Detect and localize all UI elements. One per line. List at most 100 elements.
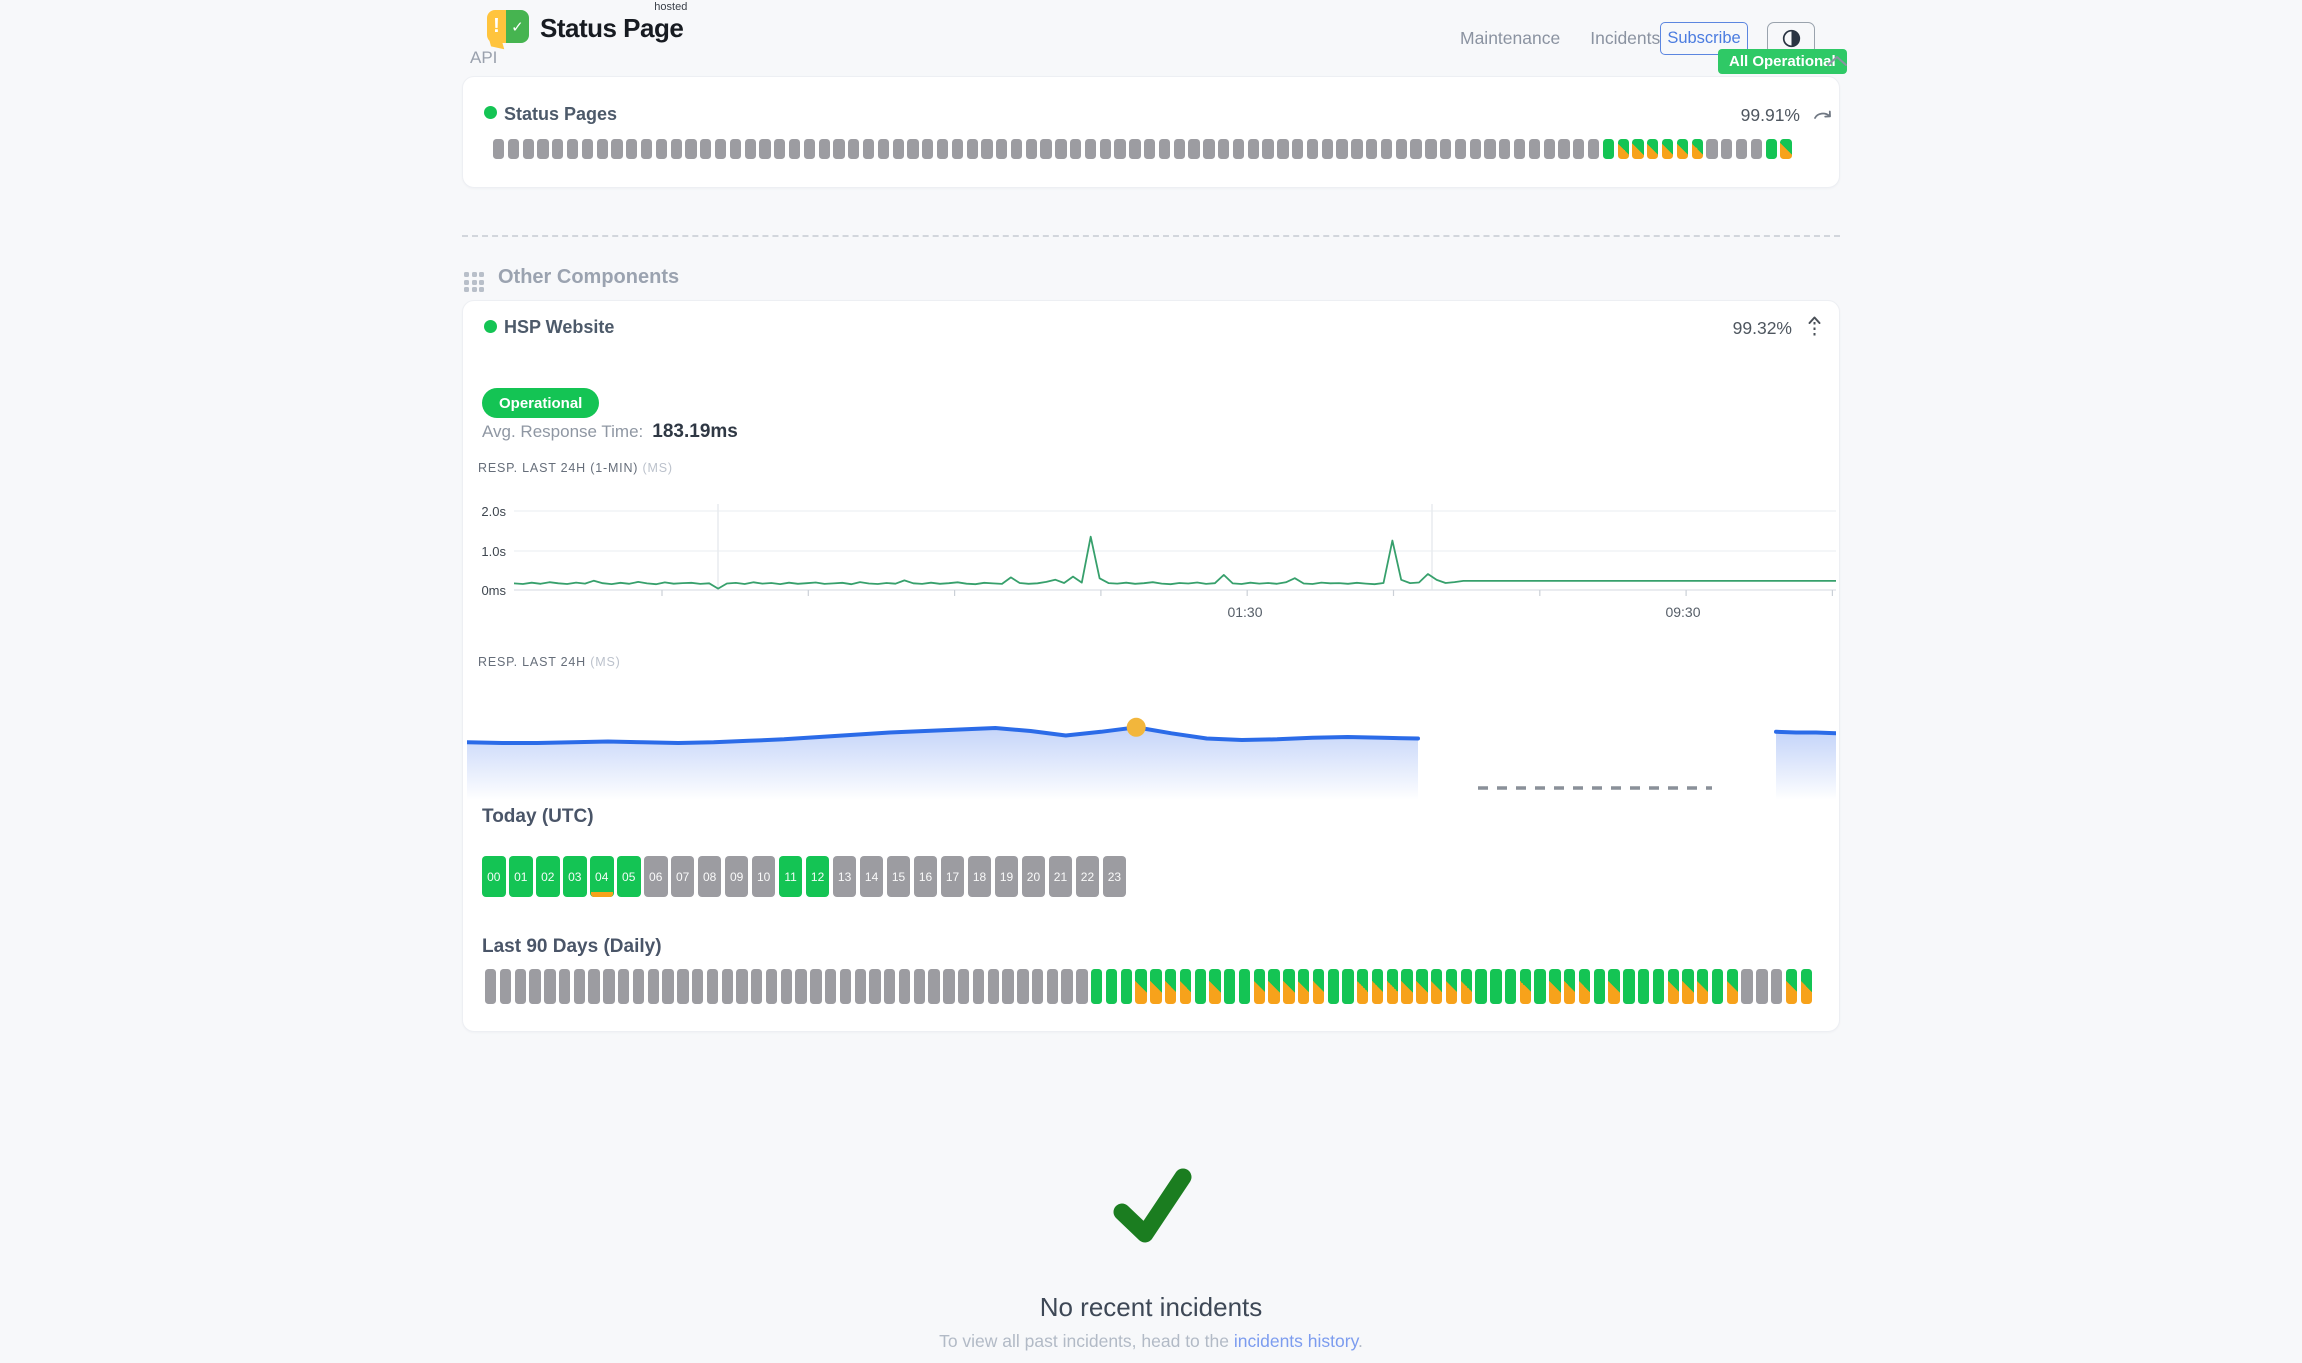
uptime-block[interactable]: [1209, 969, 1220, 1004]
uptime-block[interactable]: [1766, 139, 1777, 159]
hour-block-08[interactable]: 08: [698, 856, 722, 897]
uptime-block[interactable]: [641, 139, 652, 159]
uptime-block[interactable]: [1470, 139, 1481, 159]
uptime-block[interactable]: [1801, 969, 1812, 1004]
uptime-block[interactable]: [863, 139, 874, 159]
uptime-block[interactable]: [1608, 969, 1619, 1004]
nav-item-incidents[interactable]: Incidents: [1590, 28, 1660, 49]
uptime-block[interactable]: [574, 969, 585, 1004]
uptime-block[interactable]: [588, 969, 599, 1004]
uptime-block[interactable]: [1490, 969, 1501, 1004]
uptime-block[interactable]: [1505, 969, 1516, 1004]
hour-block-19[interactable]: 19: [995, 856, 1019, 897]
uptime-block[interactable]: [1159, 139, 1170, 159]
uptime-block[interactable]: [1372, 969, 1383, 1004]
uptime-block[interactable]: [582, 139, 593, 159]
uptime-block[interactable]: [759, 139, 770, 159]
uptime-block[interactable]: [685, 139, 696, 159]
hour-block-09[interactable]: 09: [725, 856, 749, 897]
uptime-block[interactable]: [1520, 969, 1531, 1004]
uptime-block[interactable]: [603, 969, 614, 1004]
uptime-block[interactable]: [552, 139, 563, 159]
uptime-block[interactable]: [1573, 139, 1584, 159]
uptime-block[interactable]: [1283, 969, 1294, 1004]
hour-block-03[interactable]: 03: [563, 856, 587, 897]
uptime-block[interactable]: [893, 139, 904, 159]
uptime-block[interactable]: [611, 139, 622, 159]
uptime-block[interactable]: [1618, 139, 1629, 159]
uptime-block[interactable]: [914, 969, 925, 1004]
uptime-block[interactable]: [1239, 969, 1250, 1004]
uptime-block[interactable]: [1706, 139, 1717, 159]
uptime-block[interactable]: [1697, 969, 1708, 1004]
uptime-block[interactable]: [1529, 139, 1540, 159]
uptime-block[interactable]: [1268, 969, 1279, 1004]
uptime-block[interactable]: [1328, 969, 1339, 1004]
uptime-block[interactable]: [1416, 969, 1427, 1004]
uptime-block[interactable]: [967, 139, 978, 159]
uptime-block[interactable]: [677, 969, 688, 1004]
uptime-block[interactable]: [656, 139, 667, 159]
uptime-block[interactable]: [1780, 139, 1791, 159]
hour-block-02[interactable]: 02: [536, 856, 560, 897]
uptime-block[interactable]: [774, 139, 785, 159]
uptime-block[interactable]: [1047, 969, 1058, 1004]
uptime-block[interactable]: [1254, 969, 1265, 1004]
uptime-block[interactable]: [1100, 139, 1111, 159]
uptime-block[interactable]: [907, 139, 918, 159]
uptime-block[interactable]: [1727, 969, 1738, 1004]
uptime-block[interactable]: [745, 139, 756, 159]
uptime-block[interactable]: [618, 969, 629, 1004]
uptime-block[interactable]: [1144, 139, 1155, 159]
uptime-block[interactable]: [1579, 969, 1590, 1004]
incidents-history-link[interactable]: incidents history: [1234, 1331, 1358, 1351]
uptime-block[interactable]: [1401, 969, 1412, 1004]
uptime-block[interactable]: [1336, 139, 1347, 159]
hour-block-23[interactable]: 23: [1103, 856, 1127, 897]
uptime-block[interactable]: [937, 139, 948, 159]
uptime-block[interactable]: [1514, 139, 1525, 159]
uptime-block[interactable]: [700, 139, 711, 159]
uptime-block[interactable]: [1721, 139, 1732, 159]
uptime-block[interactable]: [825, 969, 836, 1004]
uptime-block[interactable]: [1499, 139, 1510, 159]
uptime-block[interactable]: [848, 139, 859, 159]
uptime-block[interactable]: [958, 969, 969, 1004]
uptime-block[interactable]: [1603, 139, 1614, 159]
uptime-block[interactable]: [1307, 139, 1318, 159]
uptime-block[interactable]: [751, 969, 762, 1004]
uptime-block[interactable]: [567, 139, 578, 159]
uptime-block[interactable]: [1298, 969, 1309, 1004]
uptime-block[interactable]: [1114, 139, 1125, 159]
uptime-block[interactable]: [1091, 969, 1102, 1004]
uptime-block[interactable]: [1564, 969, 1575, 1004]
uptime-block[interactable]: [1277, 139, 1288, 159]
uptime-block[interactable]: [1262, 139, 1273, 159]
hour-block-22[interactable]: 22: [1076, 856, 1100, 897]
uptime-block[interactable]: [1188, 139, 1199, 159]
uptime-block[interactable]: [1342, 969, 1353, 1004]
uptime-block[interactable]: [1224, 969, 1235, 1004]
hour-block-06[interactable]: 06: [644, 856, 668, 897]
uptime-block[interactable]: [1366, 139, 1377, 159]
uptime-block[interactable]: [537, 139, 548, 159]
uptime-block[interactable]: [1741, 969, 1752, 1004]
uptime-block[interactable]: [840, 969, 851, 1004]
uptime-block[interactable]: [1174, 139, 1185, 159]
uptime-block[interactable]: [1180, 969, 1191, 1004]
uptime-block[interactable]: [804, 139, 815, 159]
uptime-block[interactable]: [1786, 969, 1797, 1004]
hour-block-04[interactable]: 04: [590, 856, 614, 897]
uptime-block[interactable]: [1446, 969, 1457, 1004]
uptime-block[interactable]: [707, 969, 718, 1004]
uptime-block[interactable]: [1410, 139, 1421, 159]
uptime-block[interactable]: [1165, 969, 1176, 1004]
hour-block-13[interactable]: 13: [833, 856, 857, 897]
hour-block-01[interactable]: 01: [509, 856, 533, 897]
uptime-block[interactable]: [1061, 969, 1072, 1004]
uptime-block[interactable]: [597, 139, 608, 159]
uptime-block[interactable]: [855, 969, 866, 1004]
uptime-block[interactable]: [819, 139, 830, 159]
uptime-block[interactable]: [952, 139, 963, 159]
uptime-block[interactable]: [922, 139, 933, 159]
